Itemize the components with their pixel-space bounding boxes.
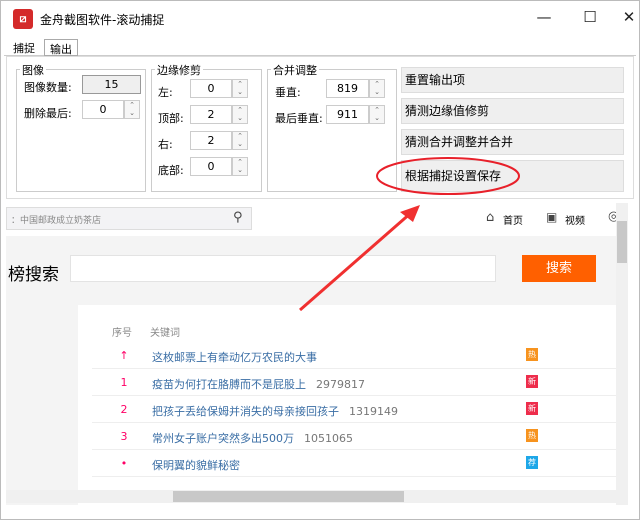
annotation-overlay bbox=[299, 157, 520, 312]
annotation-arrow bbox=[299, 210, 413, 312]
highlight-ellipse bbox=[376, 157, 520, 195]
